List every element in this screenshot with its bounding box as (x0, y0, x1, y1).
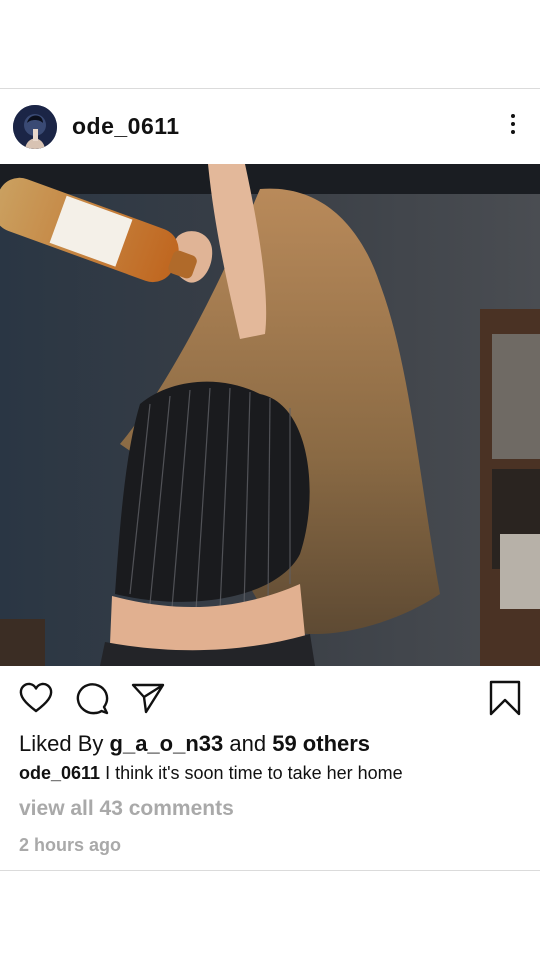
liked-by-prefix: Liked By (19, 731, 104, 756)
post-timestamp: 2 hours ago (19, 835, 122, 855)
post-caption: ode_0611 I think it's soon time to take … (19, 763, 403, 784)
action-bar (0, 680, 540, 716)
more-vertical-icon[interactable] (510, 114, 516, 138)
bookmark-icon[interactable] (488, 680, 522, 716)
liked-by-and: and (229, 731, 267, 756)
send-icon[interactable] (130, 680, 166, 716)
post-image[interactable] (0, 164, 540, 666)
likes-summary[interactable]: Liked By g_a_o_n33 and 59 others (19, 731, 370, 757)
heart-icon[interactable] (18, 680, 54, 716)
comment-icon[interactable] (74, 680, 110, 716)
post-username[interactable]: ode_0611 (72, 113, 180, 140)
caption-username[interactable]: ode_0611 (19, 763, 100, 783)
caption-text: I think it's soon time to take her home (105, 763, 403, 783)
avatar[interactable] (13, 104, 57, 149)
bottom-divider (0, 870, 540, 871)
post-header: ode_0611 (0, 89, 540, 164)
liked-by-others[interactable]: 59 others (272, 731, 370, 756)
view-comments-link[interactable]: view all 43 comments (19, 797, 234, 821)
liked-by-user[interactable]: g_a_o_n33 (110, 731, 224, 756)
